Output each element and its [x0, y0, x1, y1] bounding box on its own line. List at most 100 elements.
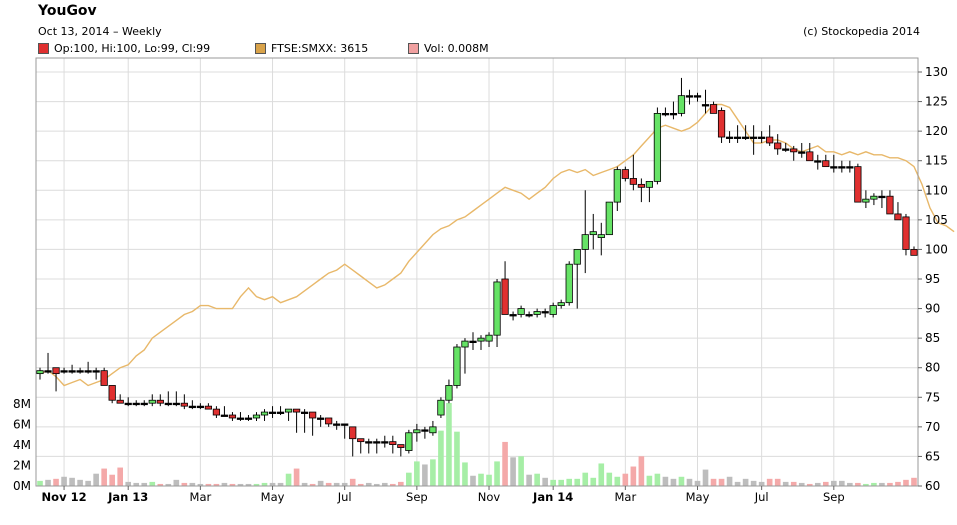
candle-body	[84, 370, 92, 373]
volume-bar	[446, 402, 452, 486]
price-tick-label: 70	[925, 420, 940, 434]
candle	[429, 420, 437, 436]
candle	[597, 222, 605, 256]
candle	[790, 145, 798, 161]
volume-bar	[622, 473, 629, 486]
candle-body	[629, 178, 637, 185]
candle-body	[196, 405, 204, 409]
price-tick-label: 90	[925, 302, 940, 316]
time-tick-label: Jul	[754, 490, 769, 504]
volume-bar	[69, 477, 75, 486]
candle-body	[661, 113, 670, 116]
volume-bar	[93, 473, 99, 486]
candle-body	[276, 411, 285, 414]
candle-body	[124, 402, 132, 406]
volume-bar	[606, 472, 613, 486]
candle	[357, 438, 365, 454]
candle	[886, 190, 894, 215]
candle	[814, 154, 822, 170]
candle	[709, 101, 718, 114]
candle-body	[421, 429, 429, 432]
volume-bar	[566, 478, 573, 486]
candle	[605, 201, 613, 236]
candle-body	[180, 402, 188, 407]
candle	[220, 406, 229, 417]
candle-body	[862, 198, 870, 203]
volume-bar	[37, 480, 43, 486]
volume-bar	[125, 481, 132, 486]
price-tick-label: 110	[925, 183, 948, 197]
candle	[533, 308, 541, 318]
candle-body	[846, 166, 854, 169]
candle-body	[292, 408, 301, 413]
volume-bar	[558, 479, 564, 486]
candle-body	[557, 302, 565, 307]
volume-bar	[61, 476, 67, 486]
candle-body	[413, 429, 421, 434]
volume-bar	[478, 473, 484, 486]
candle-body	[645, 181, 653, 188]
plot-frame	[35, 57, 919, 487]
candle-body	[44, 370, 52, 373]
candle	[862, 190, 870, 209]
grid-lines	[36, 58, 918, 487]
candle	[373, 438, 381, 454]
candle	[228, 412, 237, 421]
candle-body	[341, 423, 349, 426]
candle	[301, 409, 309, 433]
candle	[581, 190, 589, 274]
volume-bars	[37, 402, 917, 486]
candle	[910, 246, 918, 256]
candle-body	[437, 399, 445, 416]
candle-body	[156, 399, 164, 404]
candle	[349, 426, 357, 457]
time-tick-label: May	[686, 490, 710, 504]
candle	[838, 160, 846, 173]
volume-bar	[486, 474, 492, 486]
candle-body	[717, 110, 726, 138]
candle-body	[565, 263, 573, 304]
candle-body	[742, 136, 750, 139]
candle-body	[309, 411, 317, 419]
volume-bar	[718, 478, 725, 486]
time-tick-label: Sep	[823, 490, 845, 504]
volume-bar	[422, 464, 428, 486]
candle	[693, 92, 702, 102]
volume-bar	[109, 474, 115, 486]
candle	[68, 364, 76, 374]
candle	[445, 379, 453, 404]
volume-bar	[831, 480, 837, 486]
volume-bar	[742, 478, 749, 486]
candle	[260, 409, 269, 421]
candle-body	[701, 104, 710, 107]
candle	[156, 394, 164, 407]
candle-body	[597, 234, 605, 238]
candle	[589, 213, 597, 250]
candle	[284, 408, 293, 421]
candle-body	[758, 136, 766, 139]
candle-body	[693, 95, 702, 98]
time-tick-label: Sep	[406, 490, 428, 504]
volume-bar	[774, 478, 781, 486]
candle-body	[317, 417, 325, 420]
candle	[846, 160, 854, 173]
candle-body	[501, 278, 509, 315]
candle	[645, 181, 653, 203]
candle	[397, 444, 405, 457]
candle-body	[790, 148, 798, 153]
candle-body	[782, 148, 790, 151]
candle	[132, 400, 140, 407]
price-tick-label: 120	[925, 124, 948, 138]
candle-body	[445, 385, 453, 401]
volume-bar	[822, 481, 829, 486]
candle-body	[148, 399, 156, 404]
volume-bar	[430, 459, 436, 486]
volume-bar	[758, 481, 765, 486]
candle	[325, 417, 333, 427]
candle	[725, 131, 734, 143]
candle-body	[517, 308, 525, 315]
candle	[268, 406, 277, 418]
candle	[164, 391, 172, 407]
candle-body	[533, 311, 541, 315]
candle	[252, 412, 261, 421]
